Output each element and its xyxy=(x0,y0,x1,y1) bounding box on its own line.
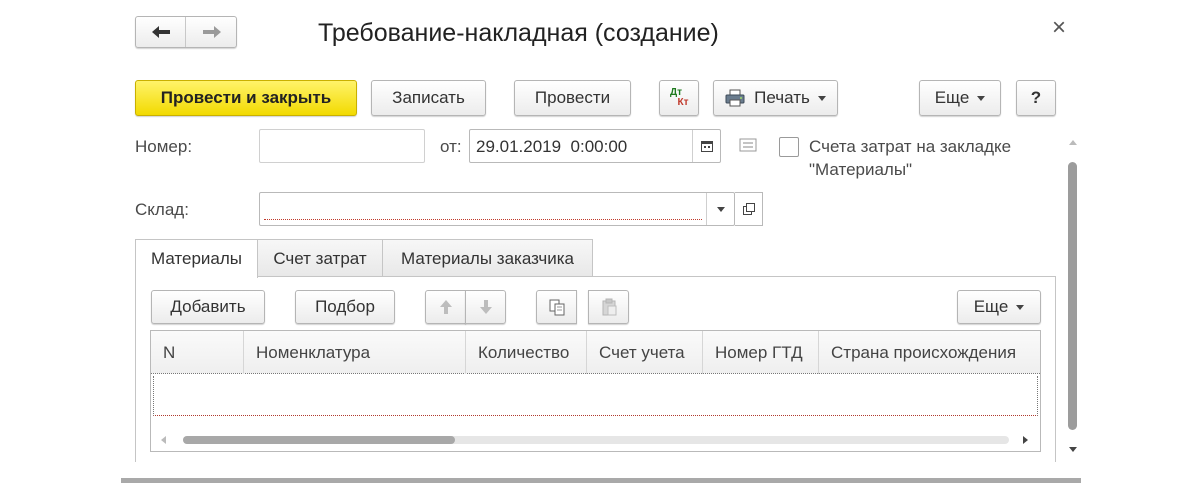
warehouse-field[interactable] xyxy=(259,192,735,226)
pick-label: Подбор xyxy=(315,297,375,316)
arrow-up-icon xyxy=(439,300,452,314)
post-and-close-button[interactable]: Провести и закрыть xyxy=(135,80,357,116)
post-button[interactable]: Провести xyxy=(514,80,631,116)
chevron-down-icon xyxy=(977,95,986,101)
nav-buttons-group xyxy=(135,16,237,48)
kt-label: Кт xyxy=(677,97,689,108)
scroll-left-icon[interactable] xyxy=(161,436,166,444)
paste-icon xyxy=(602,298,616,316)
more-label: Еще xyxy=(934,88,970,107)
table-empty-row[interactable] xyxy=(153,376,1038,416)
column-header-gtd-number[interactable]: Номер ГТД xyxy=(703,331,819,374)
more-button[interactable]: Еще xyxy=(919,80,1001,116)
warehouse-open-button[interactable] xyxy=(735,192,763,226)
comment-button[interactable] xyxy=(739,138,759,154)
print-label: Печать xyxy=(754,88,810,107)
window-title: Требование-накладная (создание) xyxy=(318,19,719,47)
tab-materials[interactable]: Материалы xyxy=(135,239,258,278)
help-button[interactable]: ? xyxy=(1016,80,1056,116)
chevron-down-icon xyxy=(716,206,725,212)
column-header-n[interactable]: N xyxy=(151,331,244,374)
back-button[interactable] xyxy=(136,17,186,47)
tab-cost-account-label: Счет затрат xyxy=(273,248,367,268)
column-header-country[interactable]: Страна происхождения xyxy=(819,331,1040,374)
help-label: ? xyxy=(1030,88,1042,107)
cost-accounts-label-line2: "Материалы" xyxy=(809,160,913,179)
forward-arrow-icon xyxy=(203,26,221,38)
post-and-close-label: Провести и закрыть xyxy=(160,88,332,107)
window-bottom-border xyxy=(121,478,1081,483)
cost-accounts-label-line1: Счета затрат на закладке xyxy=(809,137,1012,156)
cost-accounts-checkbox[interactable] xyxy=(779,137,799,157)
required-underline xyxy=(264,219,702,220)
date-field[interactable]: 29.01.2019 0:00:00 xyxy=(469,129,721,163)
table-more-button[interactable]: Еще xyxy=(957,290,1041,324)
scroll-down-icon[interactable] xyxy=(1069,447,1077,452)
chevron-down-icon xyxy=(1016,304,1025,310)
save-label: Записать xyxy=(392,88,465,107)
back-arrow-icon xyxy=(151,26,170,38)
paste-button[interactable] xyxy=(588,290,629,324)
dt-kt-icon: Дт Кт xyxy=(669,88,689,108)
number-label: Номер: xyxy=(135,137,193,156)
vertical-scrollbar[interactable] xyxy=(1066,138,1080,454)
calendar-icon xyxy=(700,141,713,152)
calendar-button[interactable] xyxy=(692,130,720,162)
add-button[interactable]: Добавить xyxy=(151,290,265,324)
number-input[interactable] xyxy=(259,129,425,163)
printer-icon xyxy=(725,89,745,107)
date-label: от: xyxy=(440,137,462,156)
tab-customer-materials[interactable]: Материалы заказчика xyxy=(382,239,593,277)
move-down-button[interactable] xyxy=(465,290,506,324)
forward-button[interactable] xyxy=(187,17,237,47)
tab-cost-account[interactable]: Счет затрат xyxy=(257,239,383,277)
scroll-right-icon[interactable] xyxy=(1023,436,1028,444)
warehouse-dropdown-button[interactable] xyxy=(706,193,734,225)
warehouse-label: Склад: xyxy=(135,200,189,219)
arrow-down-icon xyxy=(479,300,492,314)
tab-materials-label: Материалы xyxy=(150,249,243,268)
pick-button[interactable]: Подбор xyxy=(295,290,395,324)
comment-lines-icon xyxy=(739,138,757,152)
dt-kt-button[interactable]: Дт Кт xyxy=(659,80,699,116)
close-icon[interactable]: × xyxy=(1052,14,1066,42)
table-more-label: Еще xyxy=(973,297,1009,316)
post-label: Провести xyxy=(534,88,611,107)
chevron-down-icon xyxy=(817,95,826,101)
column-header-nomenclature[interactable]: Номенклатура xyxy=(244,331,466,374)
horizontal-scrollbar[interactable] xyxy=(151,430,1040,450)
add-label: Добавить xyxy=(170,297,246,316)
date-value: 29.01.2019 0:00:00 xyxy=(476,137,628,156)
column-header-quantity[interactable]: Количество xyxy=(466,331,587,374)
copy-icon xyxy=(549,299,564,316)
scroll-thumb[interactable] xyxy=(183,436,455,444)
save-button[interactable]: Записать xyxy=(371,80,486,116)
scroll-up-icon[interactable] xyxy=(1069,140,1077,145)
open-form-icon xyxy=(742,203,755,215)
vertical-scroll-thumb[interactable] xyxy=(1068,162,1077,430)
copy-button[interactable] xyxy=(536,290,577,324)
column-header-account[interactable]: Счет учета xyxy=(587,331,703,374)
tab-customer-materials-label: Материалы заказчика xyxy=(401,248,574,268)
print-button[interactable]: Печать xyxy=(713,80,838,116)
move-up-button[interactable] xyxy=(425,290,466,324)
